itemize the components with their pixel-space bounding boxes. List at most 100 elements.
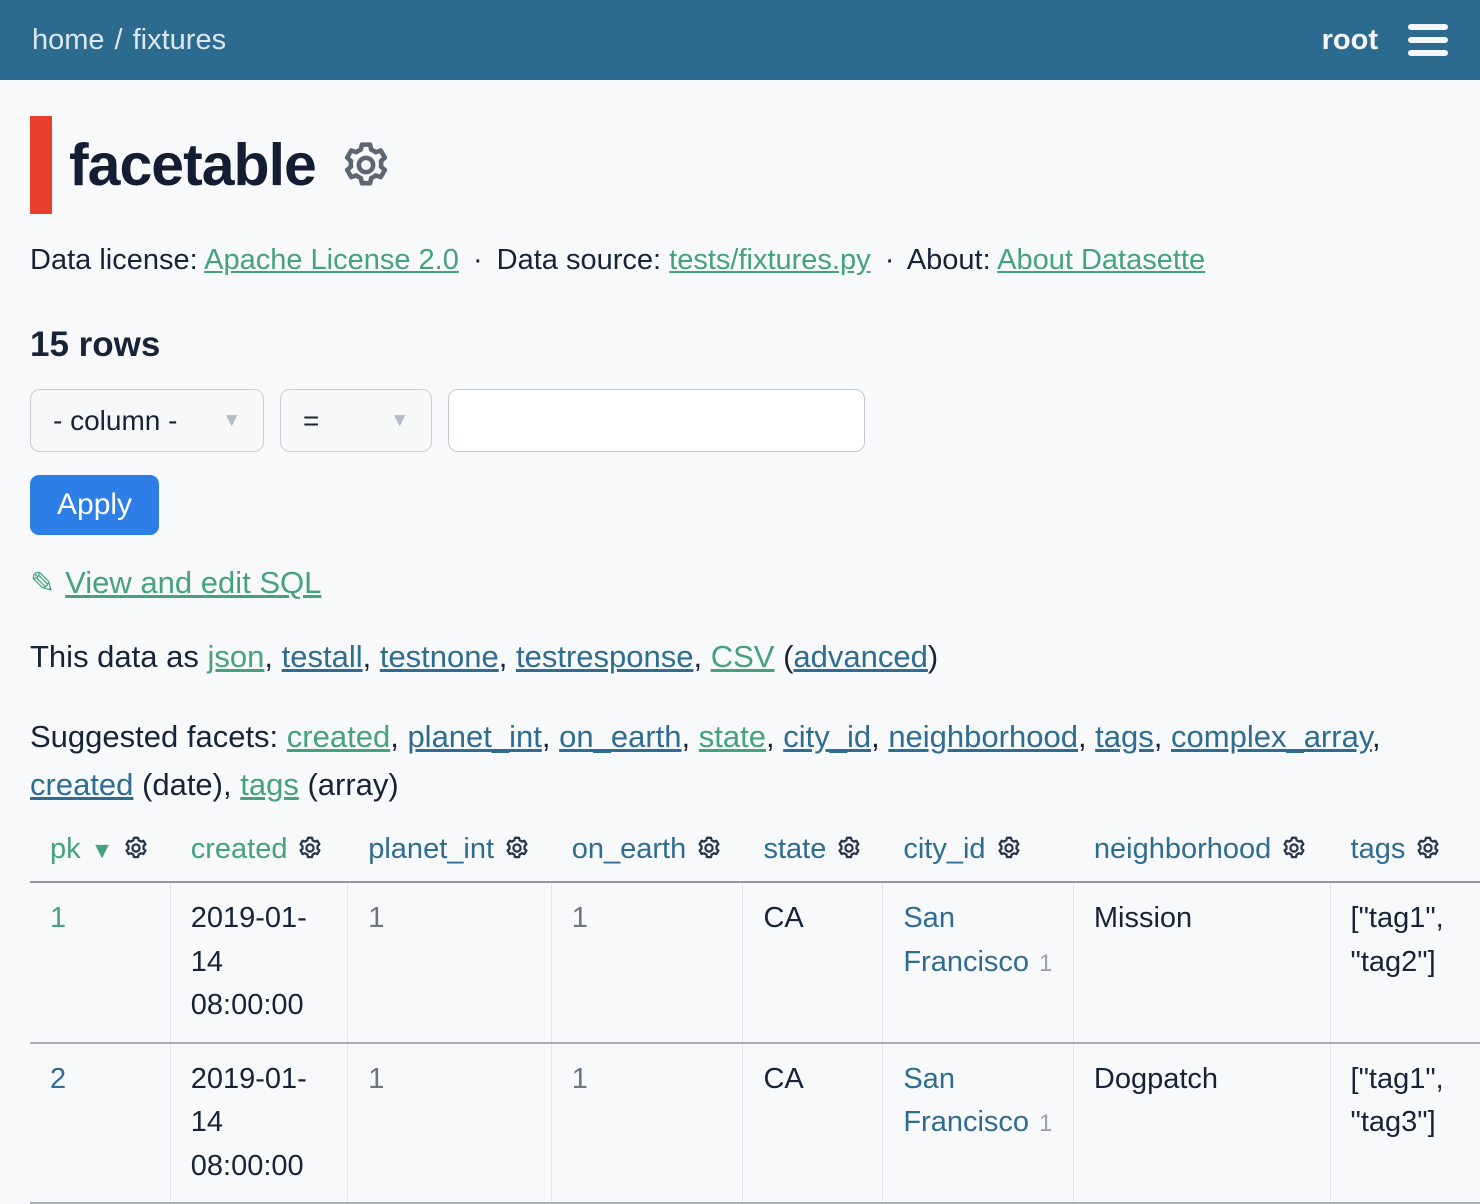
facets-prefix: Suggested facets: (30, 719, 278, 754)
facet-suffix: (date) (133, 767, 223, 802)
table-row: 22019-01-14 08:00:0011CASan Francisco1Do… (30, 1043, 1480, 1204)
facet-link-tags[interactable]: tags (1095, 719, 1154, 754)
view-edit-sql-link[interactable]: View and edit SQL (65, 565, 321, 600)
results-table: pk ▼ created planet_int on_earth state city_id… (30, 831, 1480, 1204)
cell-planet_int: 1 (348, 1043, 551, 1204)
cell-link-pk[interactable]: 1 (50, 902, 66, 934)
column-sort-link-neighborhood[interactable]: neighborhood (1094, 833, 1271, 865)
column-header-planet_int: planet_int (348, 831, 551, 882)
column-gear-icon[interactable] (123, 835, 149, 869)
hamburger-menu-icon[interactable] (1408, 20, 1448, 60)
facet-link-complex_array[interactable]: complex_array (1171, 719, 1372, 754)
column-gear-icon[interactable] (1415, 835, 1441, 869)
cell-pk: 2 (30, 1043, 170, 1204)
suggested-facets-line: Suggested facets: created, planet_int, o… (30, 713, 1450, 809)
cell-state: CA (743, 882, 883, 1043)
cell-tags: ["tag1", "tag2"] (1330, 882, 1480, 1043)
column-gear-icon[interactable] (996, 835, 1022, 869)
cell-link-city_id[interactable]: San Francisco (903, 902, 1029, 978)
export-link-advanced[interactable]: advanced (793, 639, 927, 674)
filter-value-input[interactable] (448, 389, 865, 452)
cell-state: CA (743, 1043, 883, 1204)
facet-link-planet_int[interactable]: planet_int (407, 719, 541, 754)
table-row: 12019-01-14 08:00:0011CASan Francisco1Mi… (30, 882, 1480, 1043)
facet-link-created[interactable]: created (30, 767, 133, 802)
export-link-testall[interactable]: testall (282, 639, 363, 674)
column-header-on_earth: on_earth (551, 831, 743, 882)
apply-button[interactable]: Apply (30, 475, 159, 535)
column-header-state: state (743, 831, 883, 882)
column-gear-icon[interactable] (836, 835, 862, 869)
column-header-pk: pk ▼ (30, 831, 170, 882)
license-link[interactable]: Apache License 2.0 (204, 244, 459, 276)
export-link-testnone[interactable]: testnone (380, 639, 499, 674)
sort-desc-icon: ▼ (91, 837, 114, 863)
cell-neighborhood: Dogpatch (1073, 1043, 1330, 1204)
column-sort-link-state[interactable]: state (763, 833, 826, 865)
export-link-json[interactable]: json (208, 639, 265, 674)
column-gear-icon[interactable] (1281, 835, 1307, 869)
column-sort-link-planet_int[interactable]: planet_int (368, 833, 494, 865)
filter-column-value: - column - (53, 405, 177, 437)
sql-row: ✎ View and edit SQL (30, 565, 1450, 601)
column-sort-link-created[interactable]: created (191, 833, 288, 865)
cell-planet_int: 1 (348, 882, 551, 1043)
column-gear-icon[interactable] (696, 835, 722, 869)
column-sort-link-city_id[interactable]: city_id (903, 833, 985, 865)
facet-link-created[interactable]: created (287, 719, 390, 754)
facet-link-on_earth[interactable]: on_earth (559, 719, 681, 754)
facet-suffix: (array) (299, 767, 399, 802)
export-link-testresponse[interactable]: testresponse (516, 639, 694, 674)
filter-controls: - column - ▼ = ▼ (30, 389, 1450, 452)
column-gear-icon[interactable] (504, 835, 530, 869)
filter-operator-select[interactable]: = ▼ (280, 389, 432, 452)
breadcrumb-fixtures-link[interactable]: fixtures (133, 24, 226, 56)
license-label: Data license: (30, 244, 198, 276)
column-sort-link-tags[interactable]: tags (1351, 833, 1406, 865)
filter-operator-value: = (303, 405, 319, 437)
facet-link-state[interactable]: state (699, 719, 766, 754)
facet-link-neighborhood[interactable]: neighborhood (888, 719, 1078, 754)
cell-suffix-city_id: 1 (1039, 1110, 1052, 1137)
meta-separator: · (473, 244, 483, 276)
meta-separator: · (885, 244, 895, 276)
title-accent-bar (30, 116, 52, 214)
cell-created: 2019-01-14 08:00:00 (170, 882, 347, 1043)
source-link[interactable]: tests/fixtures.py (669, 244, 870, 276)
table-actions-gear-icon[interactable] (340, 139, 392, 191)
column-header-neighborhood: neighborhood (1073, 831, 1330, 882)
cell-suffix-city_id: 1 (1039, 950, 1052, 977)
source-label: Data source: (497, 244, 661, 276)
pencil-icon: ✎ (30, 567, 55, 600)
page-title: facetable (69, 131, 316, 199)
facet-link-tags[interactable]: tags (240, 767, 299, 802)
cell-tags: ["tag1", "tag3"] (1330, 1043, 1480, 1204)
cell-created: 2019-01-14 08:00:00 (170, 1043, 347, 1204)
chevron-down-icon: ▼ (222, 410, 241, 432)
cell-city_id: San Francisco 1 (883, 882, 1074, 1043)
column-gear-icon[interactable] (297, 835, 323, 869)
about-link[interactable]: About Datasette (997, 244, 1205, 276)
column-header-created: created (170, 831, 347, 882)
breadcrumb-home-link[interactable]: home (32, 24, 105, 56)
export-prefix: This data as (30, 639, 199, 674)
export-link-CSV[interactable]: CSV (711, 639, 775, 674)
column-header-tags: tags (1330, 831, 1480, 882)
filter-column-select[interactable]: - column - ▼ (30, 389, 264, 452)
navbar: home / fixtures root (0, 0, 1480, 80)
metadata-line: Data license: Apache License 2.0 · Data … (30, 244, 1450, 277)
cell-city_id: San Francisco 1 (883, 1043, 1074, 1204)
about-label: About: (907, 244, 991, 276)
row-count: 15 rows (30, 325, 1450, 365)
facet-link-city_id[interactable]: city_id (783, 719, 871, 754)
cell-link-city_id[interactable]: San Francisco (903, 1063, 1029, 1139)
logged-in-user: root (1322, 24, 1378, 57)
breadcrumb-separator: / (115, 24, 123, 56)
cell-link-pk[interactable]: 2 (50, 1063, 66, 1095)
column-sort-link-pk[interactable]: pk (50, 833, 81, 865)
page-header: facetable (30, 116, 1450, 214)
cell-on_earth: 1 (551, 882, 743, 1043)
column-header-city_id: city_id (883, 831, 1074, 882)
breadcrumb: home / fixtures (32, 24, 226, 57)
column-sort-link-on_earth[interactable]: on_earth (572, 833, 687, 865)
